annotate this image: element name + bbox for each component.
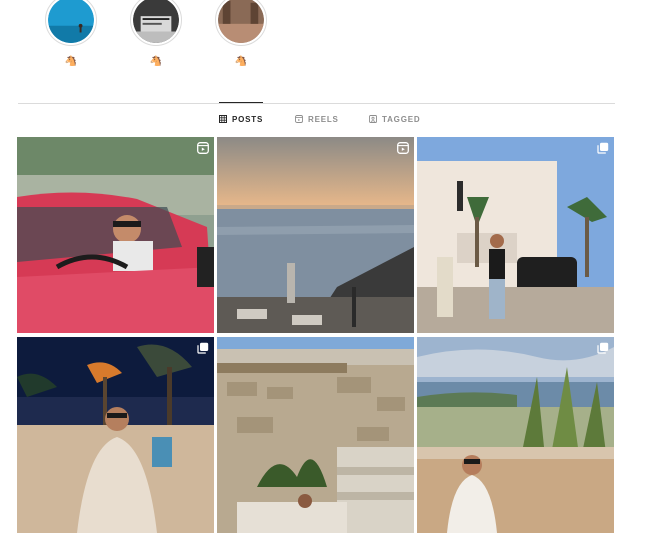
- profile-tabs: POSTS REELS TAGGED: [0, 102, 650, 135]
- tab-reels-label: REELS: [308, 114, 339, 124]
- post-thumbnail[interactable]: [417, 337, 614, 533]
- carousel-icon: [197, 342, 209, 354]
- post-image-night: [17, 337, 214, 533]
- post-image-stone-wall: [217, 337, 414, 533]
- highlight-1[interactable]: 🐴: [45, 0, 101, 67]
- highlight-image-laptop: [133, 0, 179, 43]
- highlight-cover[interactable]: [45, 0, 97, 46]
- carousel-icon: [597, 142, 609, 154]
- tab-tagged-label: TAGGED: [382, 114, 421, 124]
- highlight-label: 🐴: [149, 56, 163, 67]
- tab-posts-label: POSTS: [232, 114, 264, 124]
- highlight-label: 🐴: [64, 56, 78, 67]
- post-thumbnail[interactable]: [417, 137, 614, 333]
- tab-reels[interactable]: REELS: [295, 103, 339, 135]
- highlight-cover[interactable]: [130, 0, 182, 46]
- post-thumbnail[interactable]: [17, 337, 214, 533]
- story-highlights: 🐴 🐴 🐴: [0, 0, 650, 100]
- highlight-3[interactable]: 🐴: [215, 0, 271, 67]
- highlight-cover[interactable]: [215, 0, 267, 46]
- highlight-image-street: [218, 0, 264, 43]
- reel-icon: [197, 142, 209, 154]
- highlight-2[interactable]: 🐴: [130, 0, 186, 67]
- post-image-bay: [417, 337, 614, 533]
- reels-icon: [295, 115, 303, 123]
- post-image-building: [417, 137, 614, 333]
- grid-icon: [219, 115, 227, 123]
- reel-icon: [397, 142, 409, 154]
- highlight-label: 🐴: [234, 56, 248, 67]
- tab-tagged[interactable]: TAGGED: [369, 103, 420, 135]
- post-thumbnail[interactable]: [217, 337, 414, 533]
- post-thumbnail[interactable]: [217, 137, 414, 333]
- post-thumbnail[interactable]: [17, 137, 214, 333]
- post-image-sunset: [217, 137, 414, 333]
- post-image-convertible: [17, 137, 214, 333]
- carousel-icon: [597, 342, 609, 354]
- tagged-icon: [369, 115, 377, 123]
- tab-posts[interactable]: POSTS: [219, 102, 264, 135]
- highlight-image-beach: [48, 0, 94, 43]
